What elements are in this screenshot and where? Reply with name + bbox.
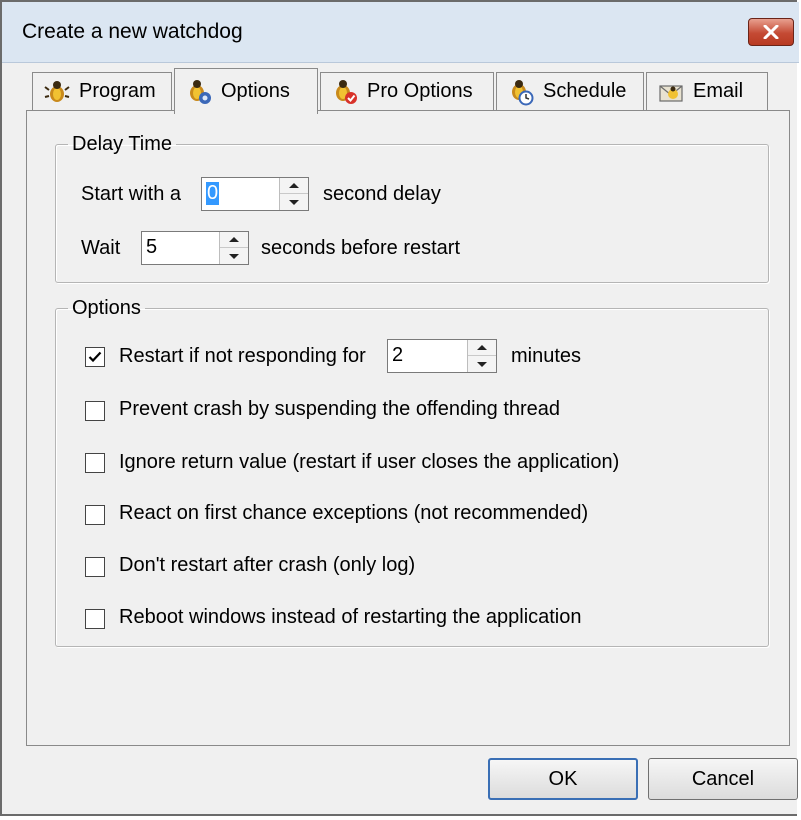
restart-not-responding-checkbox[interactable] [85, 347, 105, 367]
wait-suffix: seconds before restart [261, 237, 460, 259]
restart-minutes-suffix: minutes [511, 345, 582, 367]
start-delay-down-button[interactable] [280, 194, 308, 210]
checkmark-icon [88, 351, 102, 363]
reboot-windows-label[interactable]: Reboot windows instead of restarting the… [119, 606, 582, 629]
start-delay-arrows[interactable] [279, 178, 308, 210]
bug-clock-icon [512, 79, 534, 105]
tab-schedule-label: Schedule [543, 80, 627, 102]
ok-button[interactable]: OK [488, 758, 638, 800]
bug-gear-icon [190, 79, 211, 104]
dialog-window: Create a new watchdog Program Options Pr… [0, 0, 799, 816]
restart-minutes-arrows[interactable] [467, 340, 496, 372]
options-panel: Delay Time Start with a 0 second delay W… [26, 110, 790, 746]
cancel-button[interactable]: Cancel [648, 758, 798, 800]
start-delay-suffix: second delay [323, 183, 441, 205]
close-icon [763, 25, 779, 39]
tab-pro-options-label: Pro Options [367, 80, 473, 102]
envelope-icon [659, 84, 683, 102]
arrow-down-icon [229, 253, 239, 259]
reboot-windows-checkbox[interactable] [85, 609, 105, 629]
wait-up-button[interactable] [220, 232, 248, 248]
wait-down-button[interactable] [220, 248, 248, 264]
first-chance-exceptions-label[interactable]: React on first chance exceptions (not re… [119, 502, 588, 525]
arrow-up-icon [289, 183, 299, 188]
window-title: Create a new watchdog [22, 20, 243, 43]
restart-minutes-spinner[interactable]: 2 [387, 339, 497, 373]
wait-value[interactable]: 5 [146, 236, 157, 259]
start-delay-prefix: Start with a [81, 183, 182, 205]
restart-not-responding-label[interactable]: Restart if not responding for [119, 345, 366, 368]
options-legend: Options [72, 297, 141, 319]
start-delay-up-button[interactable] [280, 178, 308, 194]
tab-email-label: Email [693, 80, 744, 102]
ignore-return-value-checkbox[interactable] [85, 453, 105, 473]
wait-spinner[interactable]: 5 [141, 231, 249, 265]
arrow-up-icon [229, 237, 239, 242]
tab-options[interactable]: Options [174, 68, 318, 114]
tab-program-label: Program [79, 80, 156, 102]
delay-time-legend: Delay Time [72, 133, 173, 155]
start-delay-spinner[interactable]: 0 [201, 177, 309, 211]
dont-restart-after-crash-checkbox[interactable] [85, 557, 105, 577]
tab-pro-options[interactable]: Pro Options [320, 72, 494, 110]
arrow-down-icon [477, 361, 487, 367]
restart-minutes-down-button[interactable] [468, 356, 496, 372]
wait-prefix: Wait [81, 237, 121, 259]
tab-schedule[interactable]: Schedule [496, 72, 644, 110]
first-chance-exceptions-checkbox[interactable] [85, 505, 105, 525]
cancel-button-label: Cancel [691, 767, 755, 790]
start-delay-value[interactable]: 0 [206, 182, 220, 205]
tab-program[interactable]: Program [32, 72, 172, 110]
ignore-return-value-label[interactable]: Ignore return value (restart if user clo… [119, 451, 619, 474]
prevent-crash-label[interactable]: Prevent crash by suspending the offendin… [119, 398, 560, 421]
dont-restart-after-crash-label[interactable]: Don't restart after crash (only log) [119, 554, 415, 577]
restart-minutes-value[interactable]: 2 [392, 344, 403, 367]
arrow-down-icon [289, 199, 299, 205]
prevent-crash-checkbox[interactable] [85, 401, 105, 421]
wait-arrows[interactable] [219, 232, 248, 264]
restart-minutes-up-button[interactable] [468, 340, 496, 356]
tab-email[interactable]: Email [646, 72, 768, 110]
tab-options-label: Options [221, 80, 290, 102]
bug-icon [44, 80, 70, 102]
close-button[interactable] [748, 18, 794, 46]
title-bar: Create a new watchdog [2, 2, 799, 63]
ok-button-label: OK [548, 767, 578, 790]
arrow-up-icon [477, 345, 487, 350]
bug-check-icon [336, 79, 357, 104]
